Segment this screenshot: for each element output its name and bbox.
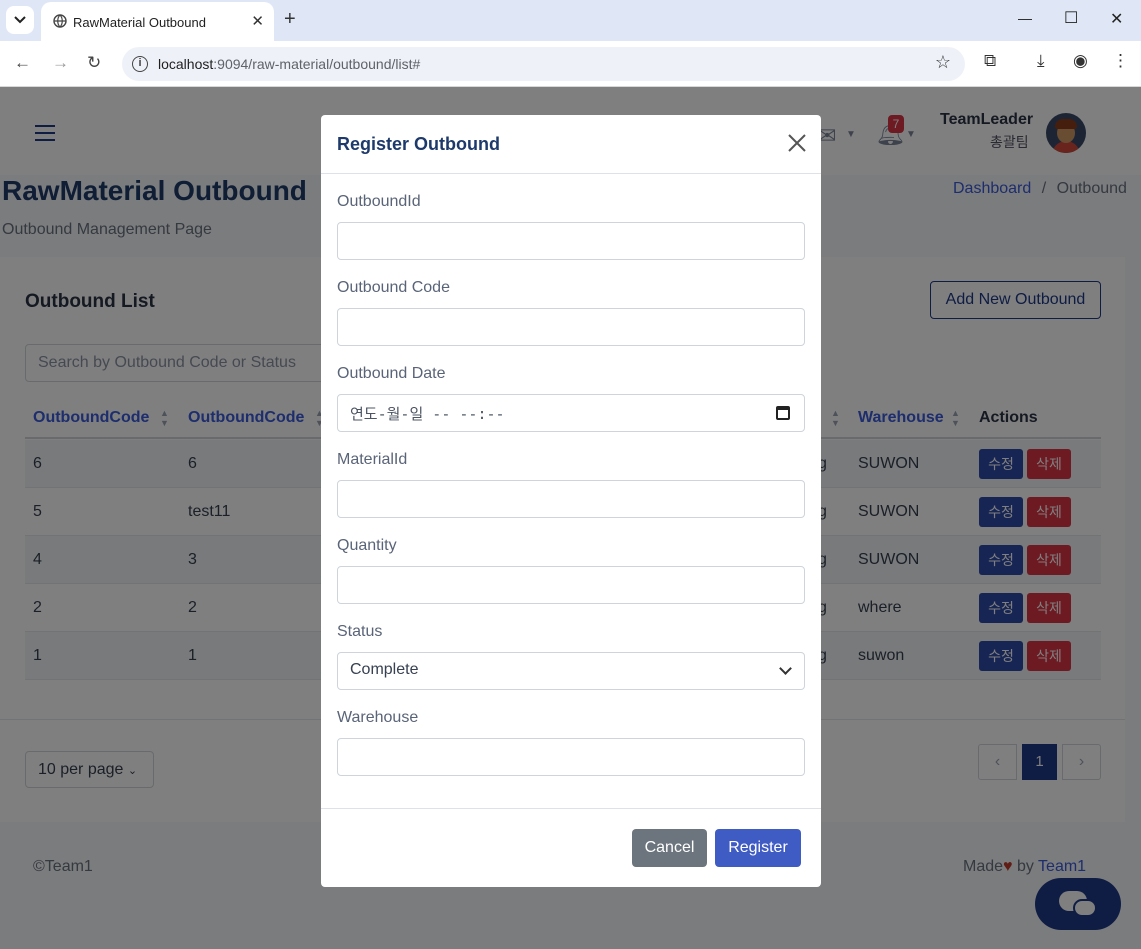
browser-tab-bar: RawMaterial Outbound ✕ + — ☐ ✕ xyxy=(0,0,1141,41)
close-icon[interactable] xyxy=(785,131,809,155)
status-select[interactable]: Complete xyxy=(337,652,805,690)
status-value: Complete xyxy=(350,661,419,678)
back-icon[interactable]: ← xyxy=(14,53,31,73)
outbound-code-field[interactable] xyxy=(337,308,805,346)
warehouse-label: Warehouse xyxy=(337,709,419,726)
chevron-down-icon xyxy=(14,16,26,24)
outbound-code-label: Outbound Code xyxy=(337,279,450,296)
modal-title: Register Outbound xyxy=(337,134,500,154)
modal-footer: Cancel Register xyxy=(321,808,821,887)
globe-icon xyxy=(53,14,67,28)
calendar-icon[interactable] xyxy=(776,406,790,420)
outbound-date-label: Outbound Date xyxy=(337,365,446,382)
outbound-id-field[interactable] xyxy=(337,222,805,260)
register-outbound-modal: Register Outbound OutboundId Outbound Co… xyxy=(321,115,821,887)
minimize-icon[interactable]: — xyxy=(1018,10,1032,26)
extensions-icon[interactable]: ⧉ xyxy=(984,51,996,71)
site-info-icon[interactable]: i xyxy=(132,56,148,72)
forward-icon[interactable]: → xyxy=(52,53,69,73)
warehouse-field[interactable] xyxy=(337,738,805,776)
menu-dots-icon[interactable]: ⋮ xyxy=(1112,51,1129,71)
address-bar[interactable]: i localhost:9094/raw-material/outbound/l… xyxy=(122,47,965,81)
download-icon[interactable]: ⤓ xyxy=(1037,51,1045,71)
status-label: Status xyxy=(337,623,383,640)
tab-close-icon[interactable]: ✕ xyxy=(251,12,264,30)
cancel-button[interactable]: Cancel xyxy=(632,829,707,867)
modal-header: Register Outbound xyxy=(321,115,821,174)
profile-icon[interactable]: ◉ xyxy=(1073,51,1088,71)
register-button[interactable]: Register xyxy=(715,829,801,867)
url-text[interactable]: localhost:9094/raw-material/outbound/lis… xyxy=(158,56,420,72)
maximize-icon[interactable]: ☐ xyxy=(1064,8,1078,28)
reload-icon[interactable]: ↻ xyxy=(87,53,101,73)
tab-list-button[interactable] xyxy=(6,6,34,34)
chevron-down-icon xyxy=(779,662,792,675)
bookmark-star-icon[interactable]: ☆ xyxy=(935,52,951,73)
material-id-label: MaterialId xyxy=(337,451,408,468)
browser-tab[interactable]: RawMaterial Outbound ✕ xyxy=(41,2,274,41)
quantity-label: Quantity xyxy=(337,537,397,554)
material-id-field[interactable] xyxy=(337,480,805,518)
new-tab-icon[interactable]: + xyxy=(284,8,296,31)
window-close-icon[interactable]: ✕ xyxy=(1110,9,1123,29)
browser-toolbar: ← → ↻ i localhost:9094/raw-material/outb… xyxy=(0,41,1141,87)
tab-title: RawMaterial Outbound xyxy=(73,15,206,30)
outbound-date-field[interactable]: 연도-월-일 -- --:-- xyxy=(337,394,805,432)
quantity-field[interactable] xyxy=(337,566,805,604)
outbound-date-value: 연도-월-일 -- --:-- xyxy=(350,405,505,423)
outbound-id-label: OutboundId xyxy=(337,193,421,210)
